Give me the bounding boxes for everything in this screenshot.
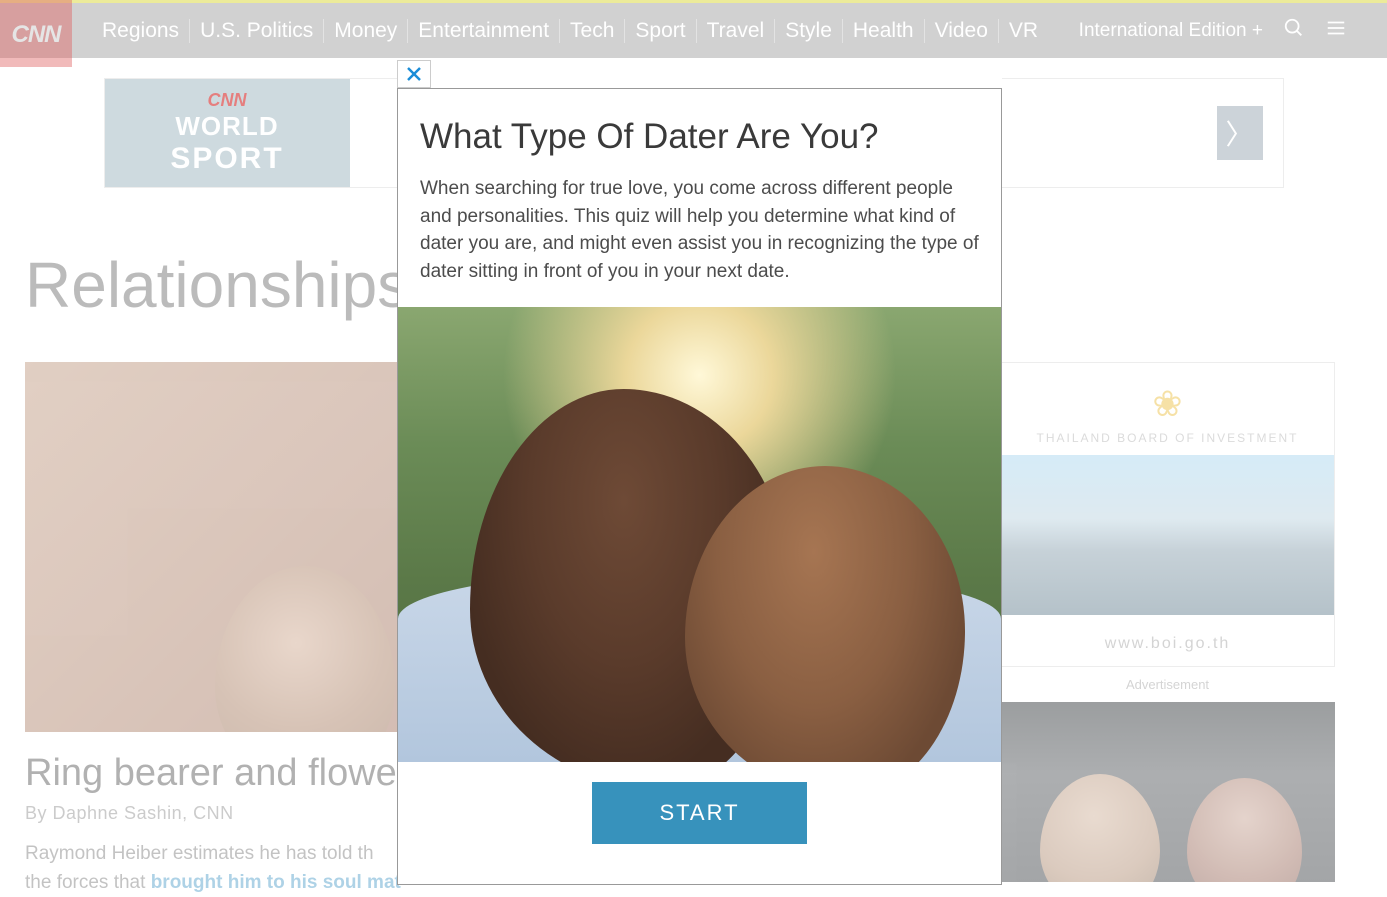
- hamburger-menu-icon[interactable]: [1325, 17, 1347, 45]
- nav-links: Regions U.S. Politics Money Entertainmen…: [92, 19, 1048, 43]
- top-nav-bar: CNN Regions U.S. Politics Money Entertai…: [0, 0, 1387, 58]
- nav-us-politics[interactable]: U.S. Politics: [190, 19, 324, 43]
- banner-line1: WORLD: [175, 111, 278, 142]
- search-icon[interactable]: [1283, 17, 1305, 45]
- banner-cnn-text: CNN: [208, 90, 247, 111]
- nav-sport[interactable]: Sport: [625, 19, 696, 43]
- start-button[interactable]: START: [592, 782, 807, 844]
- advertisement-label: Advertisement: [1000, 677, 1335, 692]
- sidebar-ad-boi[interactable]: ❀ THAILAND BOARD OF INVESTMENT www.boi.g…: [1000, 362, 1335, 667]
- boi-title: THAILAND BOARD OF INVESTMENT: [1036, 431, 1298, 445]
- cnn-logo[interactable]: CNN: [0, 0, 72, 67]
- banner-line2: SPORT: [170, 142, 283, 176]
- nav-travel[interactable]: Travel: [697, 19, 776, 43]
- nav-health[interactable]: Health: [843, 19, 925, 43]
- top-nav-right: International Edition +: [1079, 17, 1347, 45]
- nav-style[interactable]: Style: [775, 19, 843, 43]
- boi-image: [1001, 455, 1334, 615]
- quiz-modal: What Type Of Dater Are You? When searchi…: [397, 60, 1002, 885]
- modal-title: What Type Of Dater Are You?: [398, 117, 1001, 175]
- article-body-line2: the forces that: [25, 872, 151, 893]
- modal-body: What Type Of Dater Are You? When searchi…: [397, 88, 1002, 885]
- edition-selector[interactable]: International Edition +: [1079, 20, 1263, 42]
- boi-logo-icon: ❀: [1152, 383, 1182, 425]
- nav-vr[interactable]: VR: [999, 19, 1048, 43]
- nav-entertainment[interactable]: Entertainment: [408, 19, 560, 43]
- nav-video[interactable]: Video: [925, 19, 999, 43]
- nav-tech[interactable]: Tech: [560, 19, 625, 43]
- sidebar-ad-couple[interactable]: [1000, 702, 1335, 882]
- article-inline-link[interactable]: brought him to his soul mat: [151, 872, 401, 893]
- boi-url: www.boi.go.th: [1105, 635, 1231, 653]
- nav-regions[interactable]: Regions: [92, 19, 190, 43]
- nav-money[interactable]: Money: [324, 19, 408, 43]
- close-icon: [406, 66, 422, 82]
- modal-couple-image: [398, 307, 1001, 762]
- article-body-line1: Raymond Heiber estimates he has told th: [25, 843, 374, 864]
- banner-next-arrow-icon[interactable]: 〉: [1217, 106, 1263, 160]
- right-sidebar: ❀ THAILAND BOARD OF INVESTMENT www.boi.g…: [1000, 362, 1335, 897]
- modal-close-button[interactable]: [397, 60, 431, 88]
- banner-ad-logo: CNN WORLD SPORT: [105, 79, 350, 187]
- modal-description: When searching for true love, you come a…: [398, 175, 1001, 307]
